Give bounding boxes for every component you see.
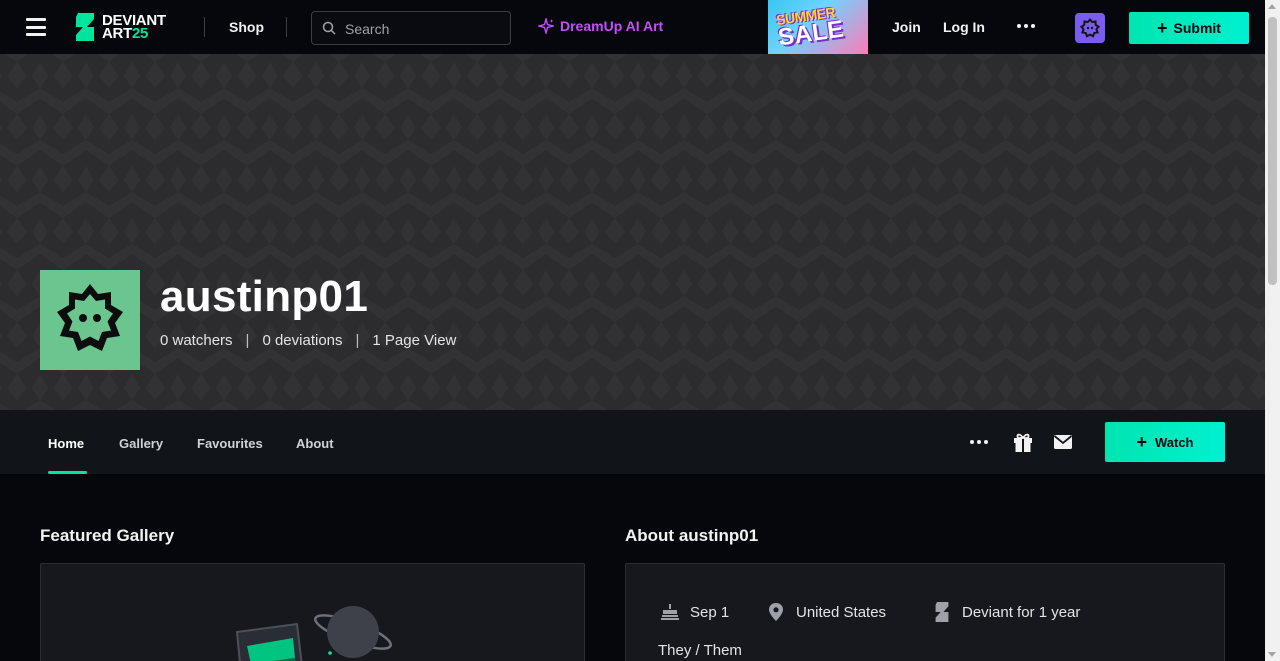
scrollbar-thumb[interactable] — [1268, 17, 1277, 285]
plus-icon: + — [1136, 432, 1147, 452]
tab-about[interactable]: About — [296, 436, 334, 451]
profile-tabs-bar: Home Gallery Favourites About + Watch — [0, 410, 1265, 474]
deviations-count[interactable]: 0 deviations — [262, 332, 342, 349]
scroll-down-arrow-icon[interactable] — [1268, 652, 1276, 657]
dreamup-label: DreamUp AI Art — [560, 18, 664, 34]
search-icon — [322, 21, 336, 35]
divider — [204, 17, 205, 37]
stats-separator: | — [355, 332, 360, 349]
submit-label: Submit — [1173, 20, 1221, 36]
location-text: United States — [796, 603, 887, 621]
deviantart-icon — [935, 602, 949, 622]
member-for-text: Deviant for 1 year — [962, 603, 1081, 621]
menu-icon[interactable] — [26, 18, 46, 36]
banner-pattern — [0, 54, 1265, 410]
profile-avatar[interactable] — [40, 270, 140, 370]
sparkle-icon — [538, 18, 554, 34]
location-item: United States — [766, 602, 886, 622]
profile-banner: austinp01 0 watchers | 0 deviations | 1 … — [0, 54, 1265, 410]
pronouns-text: They / Them — [658, 642, 742, 659]
submit-button[interactable]: + Submit — [1129, 12, 1249, 44]
active-tab-indicator — [48, 471, 87, 474]
search-input[interactable] — [345, 20, 495, 38]
page-scrollbar[interactable] — [1265, 0, 1280, 661]
logo-number: 25 — [131, 25, 149, 42]
more-icon[interactable] — [970, 440, 988, 444]
about-section-title: About austinp01 — [625, 526, 759, 545]
search-box[interactable] — [311, 11, 511, 45]
logo-line-2: ART — [102, 25, 132, 42]
birthday-item: Sep 1 — [660, 602, 729, 622]
location-pin-icon — [769, 603, 783, 621]
profile-username: austinp01 — [160, 272, 369, 321]
tab-home[interactable]: Home — [48, 436, 84, 451]
featured-gallery-title: Featured Gallery — [40, 526, 175, 545]
page-views-count: 1 Page View — [372, 332, 457, 349]
dreamup-link[interactable]: DreamUp AI Art — [538, 18, 663, 34]
logo-wordmark: DEVIANT ART25 — [102, 13, 166, 42]
watch-button[interactable]: + Watch — [1105, 422, 1225, 462]
shop-link[interactable]: Shop — [229, 19, 264, 35]
member-since-item: Deviant for 1 year — [932, 602, 1080, 622]
stats-separator: | — [245, 332, 250, 349]
avatar-sticker-icon — [57, 284, 123, 351]
avatar-sticker-icon — [1080, 18, 1100, 38]
more-icon[interactable] — [1017, 24, 1035, 28]
profile-stats: 0 watchers | 0 deviations | 1 Page View — [160, 332, 456, 349]
tab-gallery[interactable]: Gallery — [119, 436, 163, 451]
summer-sale-banner[interactable]: SUMMER SALE — [768, 0, 868, 54]
login-link[interactable]: Log In — [943, 19, 985, 35]
divider — [286, 17, 287, 37]
plus-icon: + — [1157, 18, 1168, 38]
deviantart-logo[interactable]: DEVIANT ART25 — [74, 12, 166, 42]
featured-gallery-card — [40, 563, 585, 661]
birthday-text: Sep 1 — [690, 603, 730, 621]
scroll-up-arrow-icon[interactable] — [1268, 4, 1276, 9]
watchers-count[interactable]: 0 watchers — [160, 332, 233, 349]
cake-icon — [661, 604, 679, 620]
mail-icon[interactable] — [1053, 432, 1073, 452]
deviantart-logo-icon — [76, 13, 94, 41]
user-avatar-icon[interactable] — [1075, 13, 1105, 43]
tab-favourites[interactable]: Favourites — [197, 436, 263, 451]
watch-label: Watch — [1154, 434, 1194, 450]
gift-icon[interactable] — [1012, 431, 1034, 453]
empty-gallery-illustration — [235, 606, 392, 661]
join-link[interactable]: Join — [892, 19, 921, 35]
top-navigation-bar: DEVIANT ART25 Shop DreamUp AI Art SUMMER… — [0, 0, 1265, 54]
about-card: Sep 1 United States Deviant for 1 year T… — [625, 563, 1225, 661]
